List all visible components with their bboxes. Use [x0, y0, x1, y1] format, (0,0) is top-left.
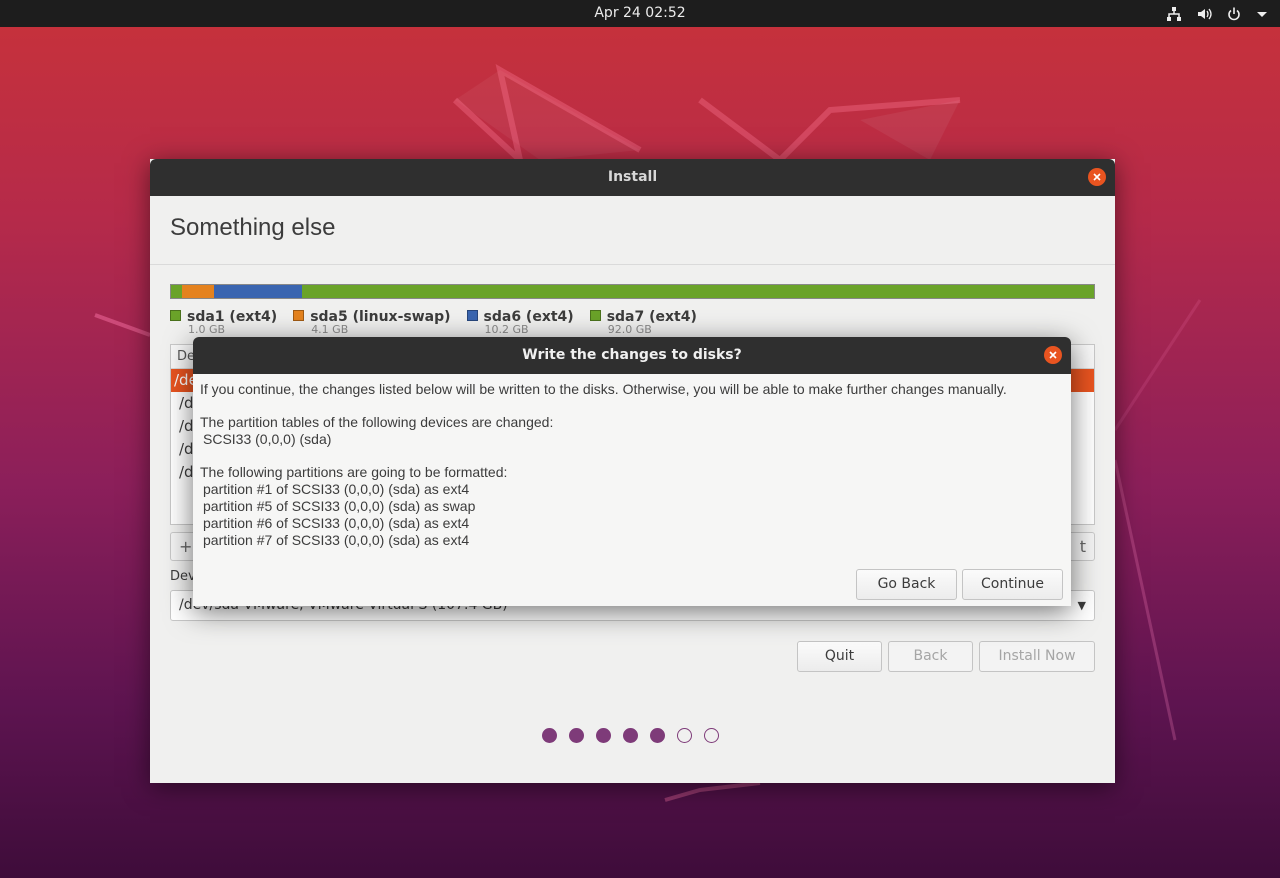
legend-item-sda1: sda1 (ext4) 1.0 GB: [170, 306, 277, 336]
legend-item-sda6: sda6 (ext4) 10.2 GB: [466, 306, 574, 336]
close-icon: [1049, 351, 1057, 359]
partition-segment-sda6: [214, 285, 302, 298]
partition-segment-sda5: [182, 285, 214, 298]
progress-dot: [677, 728, 692, 743]
install-titlebar[interactable]: Install: [150, 159, 1115, 196]
format-item: partition #6 of SCSI33 (0,0,0) (sda) as …: [203, 515, 470, 531]
legend-item-sda7: sda7 (ext4) 92.0 GB: [589, 306, 697, 336]
progress-dot: [569, 728, 584, 743]
dialog-body: If you continue, the changes listed belo…: [200, 381, 1070, 549]
partition-legend: sda1 (ext4) 1.0 GB sda5 (linux-swap) 4.1…: [170, 306, 713, 336]
close-window-button[interactable]: [1088, 168, 1106, 186]
quit-button[interactable]: Quit: [797, 641, 882, 672]
format-heading: The following partitions are going to be…: [200, 464, 508, 480]
dropdown-arrow-icon: ▼: [1077, 599, 1086, 612]
progress-dots: [542, 728, 719, 743]
changed-device: SCSI33 (0,0,0) (sda): [203, 431, 332, 447]
progress-dot: [704, 728, 719, 743]
legend-size: 4.1 GB: [311, 323, 349, 336]
window-title: Install: [607, 169, 658, 185]
close-icon: [1093, 173, 1101, 181]
legend-item-sda5: sda5 (linux-swap) 4.1 GB: [293, 306, 451, 336]
add-partition-button[interactable]: +: [179, 537, 192, 556]
clock[interactable]: Apr 24 02:52: [0, 0, 1280, 27]
dialog-intro: If you continue, the changes listed belo…: [200, 381, 1007, 397]
install-now-button[interactable]: Install Now: [979, 641, 1095, 672]
dialog-title: Write the changes to disks?: [522, 347, 742, 363]
divider: [150, 264, 1115, 265]
volume-icon[interactable]: [1196, 6, 1212, 22]
partition-segment-sda1: [171, 285, 182, 298]
boot-device-label: Dev: [170, 569, 196, 584]
progress-dot: [596, 728, 611, 743]
legend-size: 92.0 GB: [607, 323, 652, 336]
legend-size: 10.2 GB: [484, 323, 529, 336]
partition-segment-sda7: [302, 285, 1094, 298]
progress-dot: [623, 728, 638, 743]
legend-swatch: [170, 310, 181, 321]
system-tray[interactable]: [1166, 0, 1268, 27]
partition-tables-heading: The partition tables of the following de…: [200, 414, 554, 430]
legend-swatch: [466, 310, 478, 321]
menu-down-icon[interactable]: [1256, 9, 1268, 19]
progress-dot: [542, 728, 557, 743]
write-changes-dialog: Write the changes to disks? If you conti…: [193, 337, 1071, 606]
format-item: partition #7 of SCSI33 (0,0,0) (sda) as …: [203, 532, 470, 548]
legend-size: 1.0 GB: [188, 323, 226, 336]
continue-button[interactable]: Continue: [962, 569, 1063, 600]
network-icon[interactable]: [1166, 6, 1182, 22]
revert-button[interactable]: t: [1080, 533, 1086, 560]
dialog-titlebar[interactable]: Write the changes to disks?: [193, 337, 1071, 374]
legend-swatch: [589, 310, 601, 321]
partition-bar: [170, 284, 1095, 299]
power-icon[interactable]: [1226, 6, 1242, 22]
legend-swatch: [293, 310, 305, 321]
format-item: partition #5 of SCSI33 (0,0,0) (sda) as …: [203, 498, 476, 514]
format-item: partition #1 of SCSI33 (0,0,0) (sda) as …: [203, 481, 470, 497]
page-title: Something else: [170, 214, 336, 241]
back-button[interactable]: Back: [888, 641, 973, 672]
top-bar: Apr 24 02:52: [0, 0, 1280, 27]
go-back-button[interactable]: Go Back: [856, 569, 957, 600]
close-dialog-button[interactable]: [1044, 346, 1062, 364]
progress-dot: [650, 728, 665, 743]
